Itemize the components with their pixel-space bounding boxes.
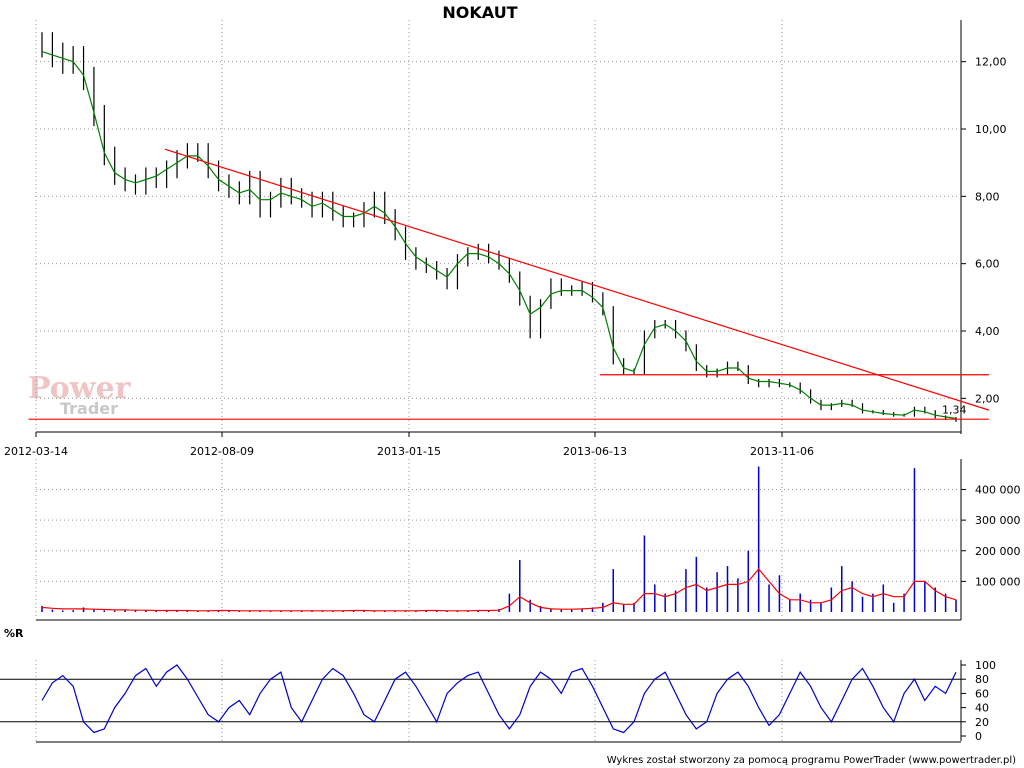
wr-panel-title: %R <box>4 627 24 640</box>
volume-y-tick-label: 100 000 <box>975 575 1021 588</box>
wr-line <box>41 664 957 734</box>
x-tick-label: 2013-11-06 <box>750 445 814 458</box>
wr-y-tick-label: 80 <box>975 673 989 686</box>
wr-y-tick-label: 100 <box>975 659 996 672</box>
price-y-tick-label: 2,00 <box>975 392 1000 405</box>
volume-y-tick-label: 200 000 <box>975 545 1021 558</box>
volume-y-tick-label: 400 000 <box>975 484 1021 497</box>
price-y-tick-label: 12,00 <box>975 56 1007 69</box>
price-moving-average-line <box>41 51 957 420</box>
wr-y-tick-label: 60 <box>975 687 989 700</box>
watermark-trader: Trader <box>60 399 118 418</box>
wr-y-tick-label: 20 <box>975 716 989 729</box>
williams-r-panel: %R 02040 6080100 <box>0 627 996 743</box>
last-value-label: 1,34 <box>942 403 967 416</box>
wr-y-tick-label: 40 <box>975 702 989 715</box>
x-tick-label: 2013-06-13 <box>563 445 627 458</box>
volume-panel: 100 000 200 000 300 000 400 000 <box>35 459 1021 621</box>
trendline <box>164 148 990 411</box>
volume-y-tick-label: 300 000 <box>975 514 1021 527</box>
price-y-tick-label: 4,00 <box>975 325 1000 338</box>
volume-moving-average-line <box>41 568 957 612</box>
price-y-tick-label: 10,00 <box>975 123 1007 136</box>
x-tick-label: 2012-08-09 <box>190 445 254 458</box>
price-panel: 2,00 4,00 6,00 8,00 10,00 12,00 2012-03-14 2012… <box>4 20 1007 458</box>
price-y-tick-label: 8,00 <box>975 190 1000 203</box>
wr-y-tick-label: 0 <box>975 730 982 743</box>
price-y-tick-label: 6,00 <box>975 258 1000 271</box>
footer-credit: Wykres został stworzony za pomocą progra… <box>607 755 1016 766</box>
x-tick-label: 2012-03-14 <box>4 445 68 458</box>
watermark: Power Trader <box>28 371 132 418</box>
x-tick-label: 2013-01-15 <box>377 445 441 458</box>
stock-chart: NOKAUT Power Trader 2,00 4,00 6,00 8,00 10,0… <box>0 3 1021 766</box>
chart-title: NOKAUT <box>442 3 517 22</box>
